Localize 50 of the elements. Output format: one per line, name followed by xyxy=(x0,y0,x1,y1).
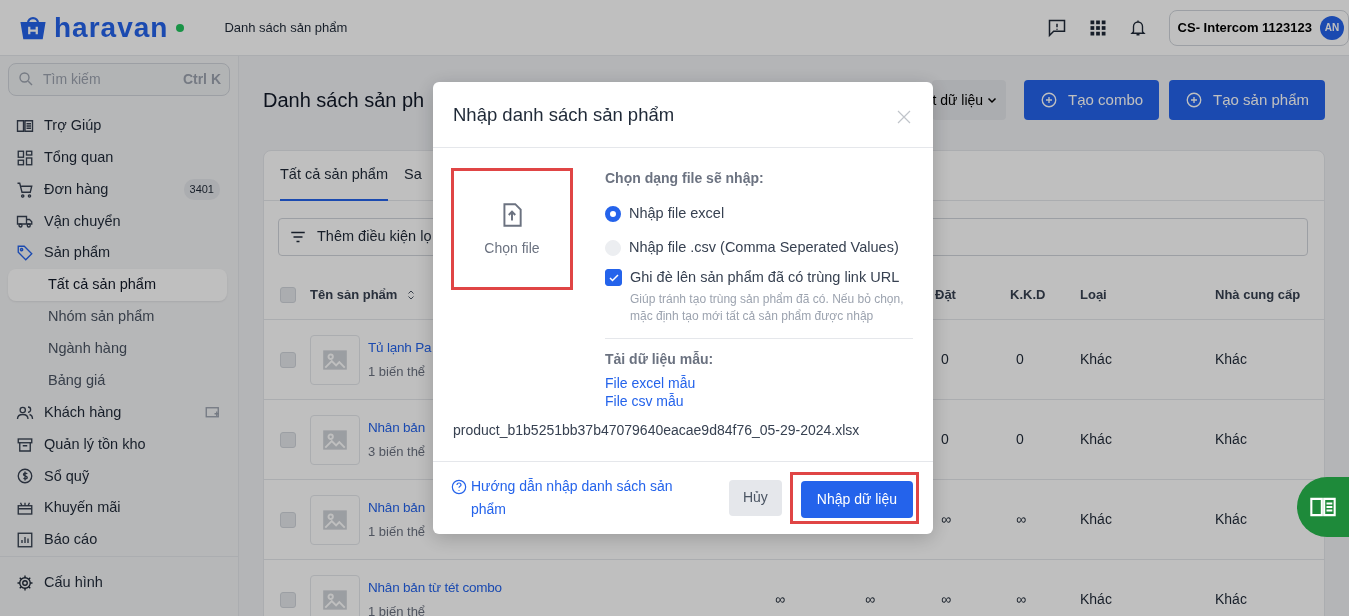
variant-count: 3 biến thể xyxy=(368,442,426,461)
sidebar-label: Quản lý tồn kho xyxy=(44,434,146,454)
page-title: Danh sách sản ph xyxy=(263,88,425,113)
table-cell-text: Khác xyxy=(1215,510,1248,529)
table-cell-text: 0 xyxy=(1015,430,1025,449)
sidebar-label: Tổng quan xyxy=(44,147,114,167)
column-header: Đặt xyxy=(935,285,957,304)
dialog-title: Nhập danh sách sản phẩm xyxy=(453,102,675,127)
search-placeholder: Tìm kiếm xyxy=(43,69,101,89)
sidebar-label: Khách hàng xyxy=(44,402,122,422)
sidebar-label: Đơn hàng xyxy=(44,179,109,199)
table-cell-text: ∞ xyxy=(1015,510,1027,529)
column-header: Loại xyxy=(1080,285,1108,304)
table-cell-text: Khác xyxy=(1215,590,1248,609)
table-cell-text: ∞ xyxy=(865,590,876,609)
table-cell-text: 0 xyxy=(1015,350,1025,369)
file-name: product_b1b5251bb37b47079640eacae9d84f76_05-29-2024.xlsx xyxy=(452,420,861,440)
sidebar-label: Trợ Giúp xyxy=(44,115,102,135)
sidebar-label: Vận chuyển xyxy=(44,211,121,231)
help-text: Giúp tránh tạo trùng sản phẩm đã có. Nếu bỏ chọn, mặc định tạo mới tất cả sản phẩm được nhập xyxy=(629,290,905,326)
sidebar-label: Khuyến mãi xyxy=(44,498,121,518)
sidebar-label: Cấu hình xyxy=(44,573,103,593)
table-cell-text: Khác xyxy=(1080,590,1113,609)
sidebar-label: Sổ quỹ xyxy=(44,466,90,486)
table-cell-text: ∞ xyxy=(940,510,952,529)
variant-count: 1 biến thể xyxy=(368,362,427,381)
variant-count: 1 biến thể xyxy=(368,602,427,616)
table-cell-text: 0 xyxy=(940,430,950,449)
table-cell-text: Khác xyxy=(1080,350,1113,369)
table-cell-text: Khác xyxy=(1080,510,1113,529)
column-header: Nhà cung cấp xyxy=(1215,285,1302,304)
table-cell-text: Khác xyxy=(1215,430,1248,449)
shortcut-hint: Ctrl K xyxy=(182,69,221,89)
breadcrumb: Danh sách sản phẩm xyxy=(224,18,348,37)
section-label: Tải dữ liệu mẫu: xyxy=(605,349,715,369)
brand-name: haravan xyxy=(54,13,169,42)
column-header: Tên sản phẩm xyxy=(310,285,398,304)
variant-count: 1 biến thể xyxy=(368,522,426,541)
avatar: AN xyxy=(1320,15,1344,40)
column-header: K.K.D xyxy=(1010,285,1047,304)
count-badge: 3401 xyxy=(183,179,220,200)
table-cell-text: Khác xyxy=(1080,430,1113,449)
table-cell-text: ∞ xyxy=(775,590,786,609)
table-cell-text: Khác xyxy=(1215,350,1248,369)
table-cell-text: 0 xyxy=(940,350,950,369)
section-label: Chọn dạng file sẽ nhập: xyxy=(605,169,765,188)
table-cell-text: ∞ xyxy=(1015,590,1027,609)
sidebar-label: Sản phẩm xyxy=(44,243,111,263)
table-cell-text: ∞ xyxy=(940,590,952,609)
sidebar-label: Báo cáo xyxy=(44,530,98,550)
